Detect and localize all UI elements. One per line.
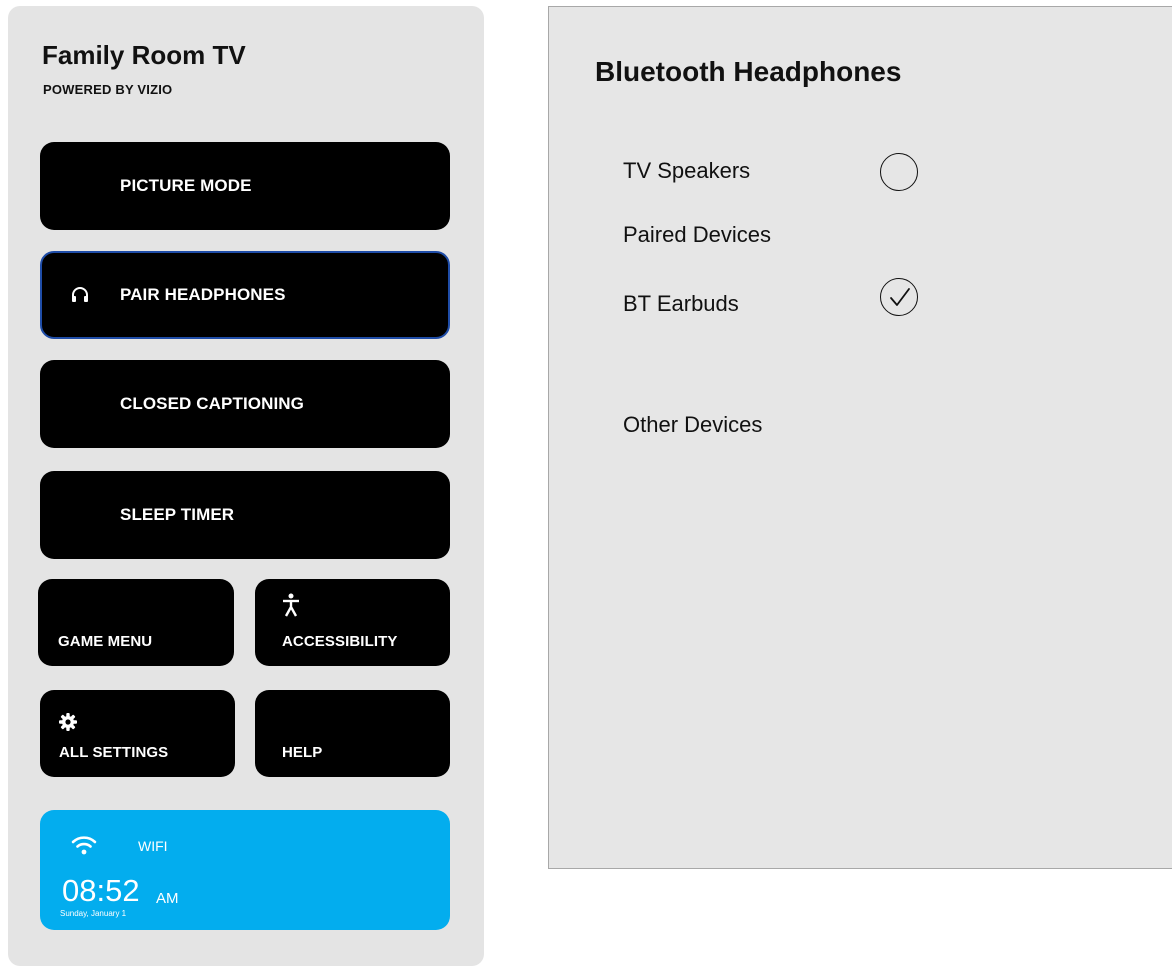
closed-captioning-label: CLOSED CAPTIONING — [120, 394, 304, 413]
wifi-icon — [70, 834, 98, 856]
powered-by-label: POWERED BY VIZIO — [43, 82, 173, 97]
all-settings-label: ALL SETTINGS — [59, 744, 169, 761]
gear-icon — [58, 712, 78, 736]
picture-mode-label: PICTURE MODE — [120, 176, 252, 195]
panel-title: Bluetooth Headphones — [595, 56, 902, 87]
all-settings-button[interactable]: ALL SETTINGS — [40, 690, 235, 777]
radio-unchecked-icon[interactable] — [880, 153, 918, 191]
sleep-timer-button[interactable]: SLEEP TIMER — [40, 471, 450, 559]
help-button[interactable]: HELP — [255, 690, 450, 777]
pair-headphones-label: PAIR HEADPHONES — [120, 285, 286, 304]
radio-checked-icon[interactable] — [880, 278, 918, 316]
accessibility-button[interactable]: ACCESSIBILITY — [255, 579, 450, 666]
clock-date: Sunday, January 1 — [60, 909, 127, 918]
clock-ampm: AM — [156, 890, 179, 907]
game-menu-button[interactable]: GAME MENU — [38, 579, 234, 666]
wifi-label: WIFI — [138, 838, 168, 854]
clock-time: 08:52 — [62, 873, 140, 908]
accessibility-label: ACCESSIBILITY — [282, 633, 398, 650]
picture-mode-button[interactable]: PICTURE MODE — [40, 142, 450, 230]
tv-speakers-label[interactable]: TV Speakers — [623, 158, 750, 184]
other-devices-header: Other Devices — [623, 412, 763, 437]
help-label: HELP — [282, 744, 323, 761]
sleep-timer-label: SLEEP TIMER — [120, 505, 235, 524]
pair-headphones-button[interactable]: PAIR HEADPHONES — [40, 251, 450, 339]
headphones-icon — [70, 285, 90, 305]
accessibility-icon — [281, 593, 301, 617]
device-name: Family Room TV — [42, 40, 246, 70]
game-menu-label: GAME MENU — [58, 633, 153, 650]
closed-captioning-button[interactable]: CLOSED CAPTIONING — [40, 360, 450, 448]
paired-devices-header: Paired Devices — [623, 222, 771, 247]
bt-earbuds-label[interactable]: BT Earbuds — [623, 291, 739, 317]
